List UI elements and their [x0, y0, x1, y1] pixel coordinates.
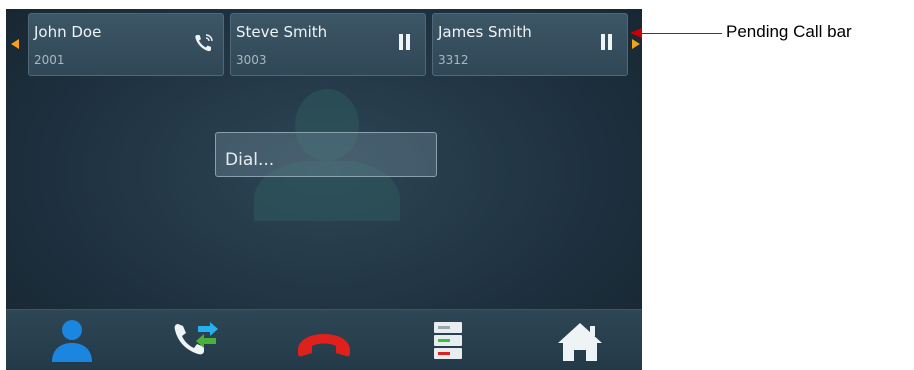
home-button[interactable]: [550, 316, 610, 366]
contacts-button[interactable]: [42, 316, 102, 366]
caller-name: John Doe: [34, 23, 102, 41]
dial-input[interactable]: [215, 132, 437, 177]
scroll-right-arrow-icon[interactable]: [632, 39, 640, 49]
home-icon: [558, 323, 602, 361]
hang-up-icon: [298, 334, 350, 357]
pending-call-card-james-smith[interactable]: James Smith 3312: [432, 13, 628, 76]
bottom-nav-bar: [6, 309, 642, 370]
annotation-arrowhead-icon: [630, 28, 642, 38]
annotation-label: Pending Call bar: [726, 22, 852, 41]
pause-icon: [399, 34, 411, 54]
caller-extension: 2001: [34, 53, 65, 67]
caller-name: Steve Smith: [236, 23, 328, 41]
phone-screen: John Doe 2001 Steve Smith 3003 James Smi…: [6, 9, 642, 370]
caller-extension: 3003: [236, 53, 267, 67]
caller-extension: 3312: [438, 53, 469, 67]
contacts-icon: [52, 320, 92, 362]
pending-call-card-steve-smith[interactable]: Steve Smith 3003: [230, 13, 426, 76]
call-active-icon: [193, 32, 215, 58]
transfer-call-icon: [174, 322, 218, 355]
transfer-call-button[interactable]: [164, 316, 224, 366]
hang-up-button[interactable]: [294, 316, 354, 366]
pause-icon: [601, 34, 613, 54]
call-list-icon: [434, 322, 462, 359]
caller-name: James Smith: [438, 23, 532, 41]
annotation-line: [642, 33, 722, 34]
pending-call-card-john-doe[interactable]: John Doe 2001: [28, 13, 224, 76]
call-list-button[interactable]: [418, 316, 478, 366]
scroll-left-arrow-icon[interactable]: [11, 39, 19, 49]
